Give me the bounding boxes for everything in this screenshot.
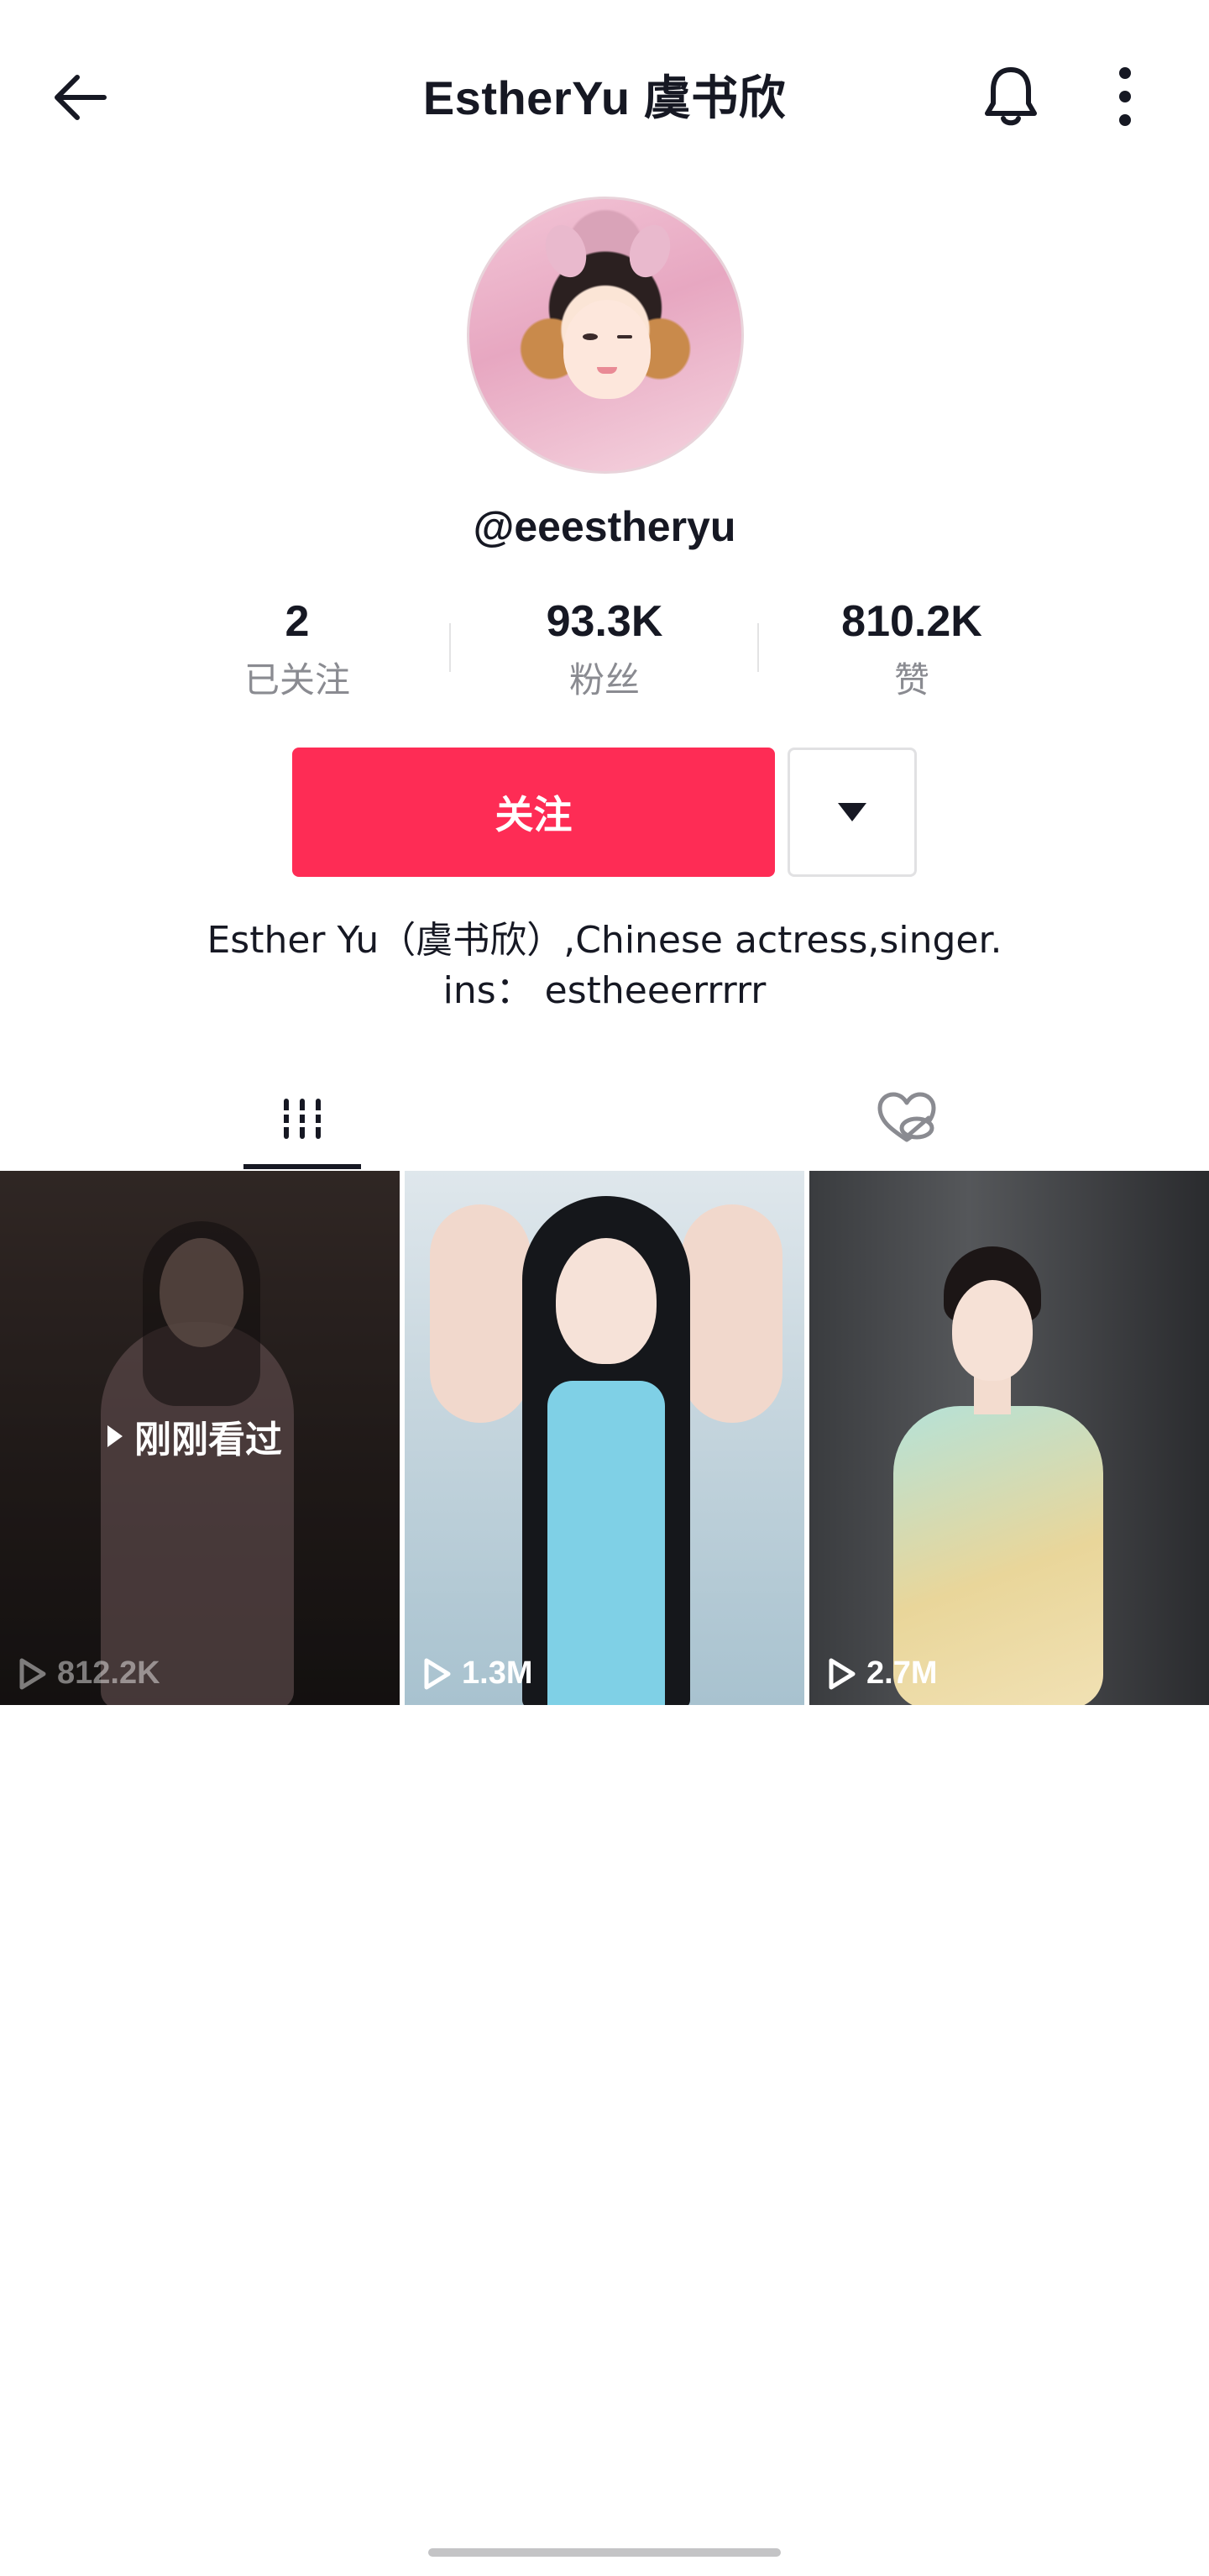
view-count-value: 812.2K (57, 1655, 160, 1691)
tab-videos[interactable] (243, 1067, 361, 1171)
view-count-value: 2.7M (866, 1655, 938, 1691)
triangle-down-icon (838, 803, 866, 821)
view-count: 2.7M (828, 1655, 937, 1692)
play-icon (107, 1425, 123, 1447)
video-thumbnail[interactable]: 刚刚看过 812.2K (0, 1171, 400, 1705)
active-tab-indicator (243, 1164, 361, 1169)
tab-liked[interactable] (848, 1067, 966, 1171)
bell-icon (985, 67, 1037, 126)
play-outline-icon (424, 1658, 451, 1689)
play-outline-icon (829, 1658, 856, 1689)
video-grid: 刚刚看过 812.2K 1.3M 2.7M (0, 1171, 1209, 1705)
stat-followers[interactable]: 93.3K 粉丝 (479, 588, 730, 706)
thumbnail-figure (430, 1204, 531, 1423)
thumbnail-figure (682, 1204, 782, 1423)
avatar-eye (583, 333, 598, 340)
recently-watched-badge: 刚刚看过 (106, 1409, 282, 1463)
stat-value: 93.3K (546, 597, 663, 646)
bio-line: Esther Yu（虞书欣）,Chinese actress,singer. (207, 919, 1002, 962)
thumbnail-figure (556, 1238, 657, 1364)
avatar-eye (617, 335, 632, 338)
stat-label: 粉丝 (568, 659, 640, 700)
view-count-value: 1.3M (462, 1655, 533, 1691)
stat-value: 810.2K (841, 597, 982, 646)
heart-hidden-icon (877, 1092, 936, 1142)
play-outline-icon (19, 1658, 46, 1689)
grid-bars-icon (279, 1099, 326, 1139)
stat-divider (757, 623, 759, 672)
suggestions-dropdown-button[interactable] (788, 748, 917, 877)
thumbnail-figure (547, 1381, 665, 1705)
profile-tabs (0, 1067, 1209, 1171)
username: @eeestheryu (473, 503, 736, 550)
video-thumbnail[interactable]: 2.7M (809, 1171, 1209, 1705)
video-thumbnail[interactable]: 1.3M (405, 1171, 804, 1705)
stats-row: 2 已关注 93.3K 粉丝 810.2K 赞 (0, 588, 1209, 722)
home-indicator[interactable] (428, 2548, 781, 2557)
stat-divider (449, 623, 451, 672)
more-options-button[interactable] (1091, 59, 1159, 134)
view-count: 812.2K (18, 1655, 160, 1692)
avatar-ear-right (622, 219, 678, 283)
stat-value: 2 (285, 597, 310, 646)
stat-label: 赞 (893, 659, 929, 700)
stat-following[interactable]: 2 已关注 (171, 588, 423, 706)
avatar-face (563, 300, 651, 399)
avatar-ear-left (538, 219, 594, 283)
top-bar: EstherYu 虞书欣 (0, 0, 1209, 185)
stat-label: 已关注 (243, 659, 350, 700)
avatar[interactable] (467, 197, 744, 474)
follow-button[interactable]: 关注 (292, 748, 775, 877)
recently-watched-label: 刚刚看过 (134, 1419, 282, 1461)
stat-likes[interactable]: 810.2K 赞 (786, 588, 1038, 706)
more-vertical-icon (1119, 67, 1131, 126)
bio: Esther Yu（虞书欣）,Chinese actress,singer. i… (0, 916, 1209, 1016)
notification-button[interactable] (974, 59, 1048, 134)
thumbnail-figure (952, 1280, 1033, 1381)
bio-line: ins： estheeerrrrr (442, 969, 767, 1012)
view-count: 1.3M (423, 1655, 532, 1692)
